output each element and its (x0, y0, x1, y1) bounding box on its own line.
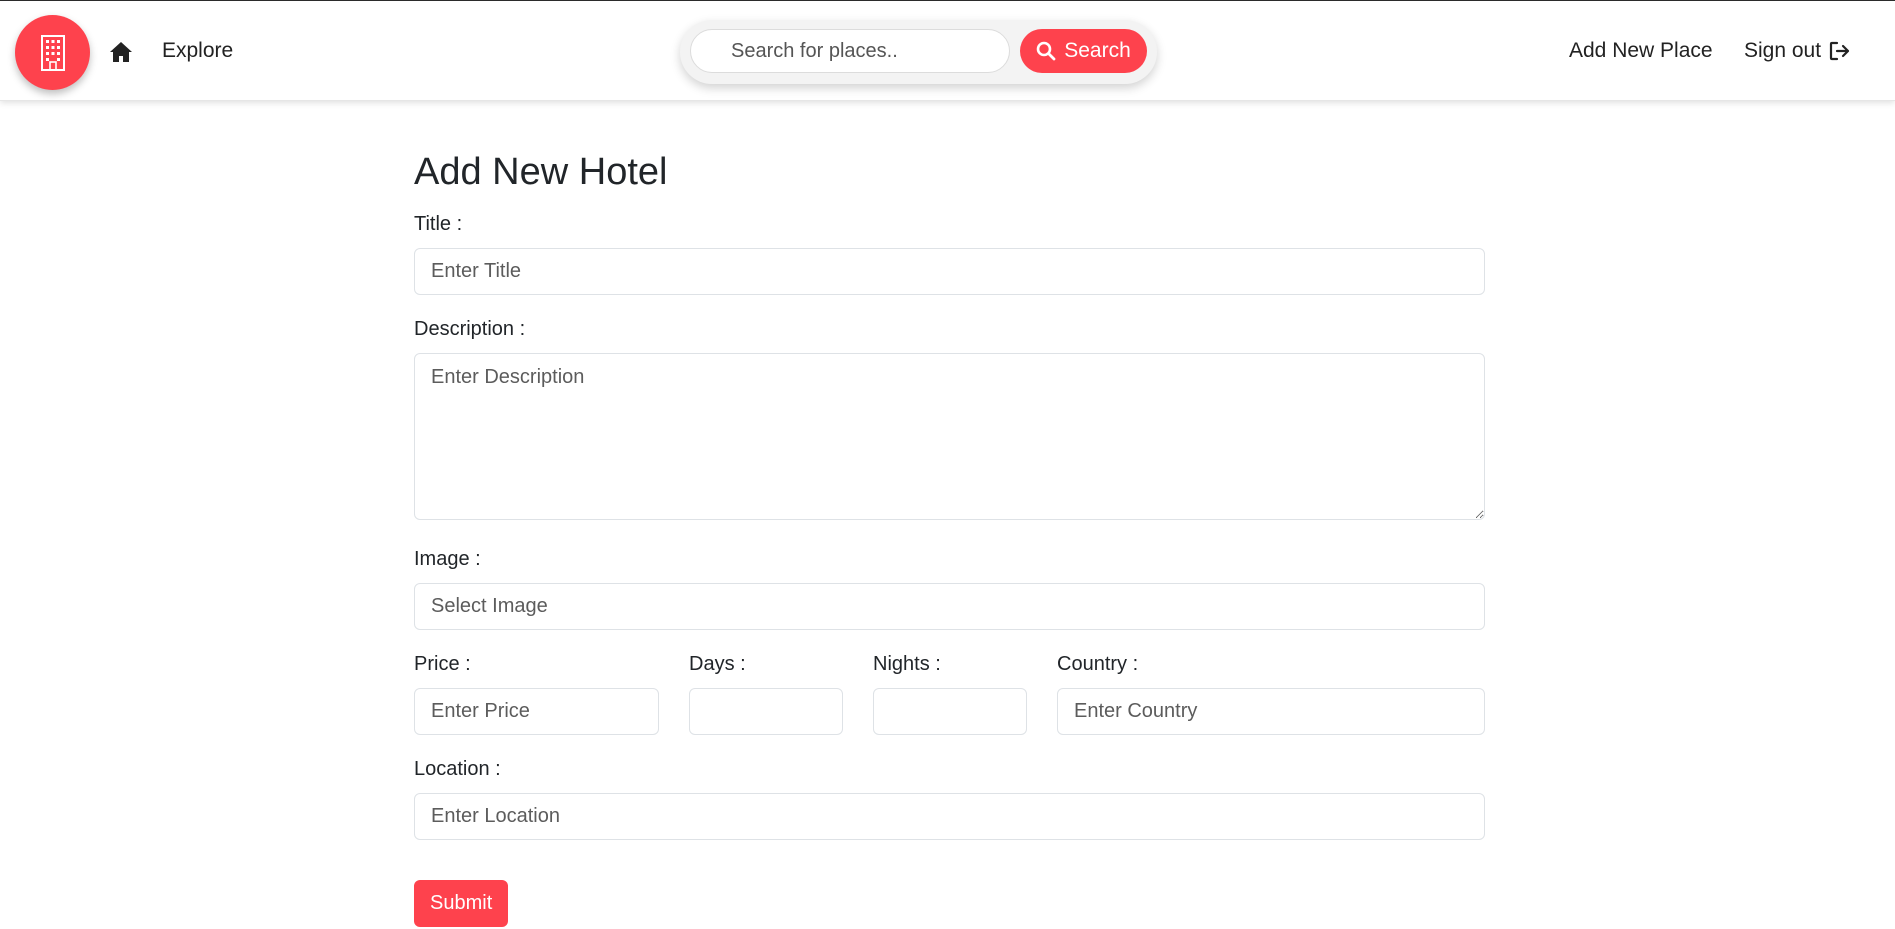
sign-out-label: Sign out (1744, 39, 1822, 62)
nights-label: Nights : (873, 652, 941, 675)
country-input[interactable] (1057, 687, 1485, 735)
description-group: Description : (414, 317, 1485, 525)
image-group: Image : (414, 547, 1485, 630)
submit-button[interactable]: Submit (414, 879, 509, 927)
search-button-label: Search (1064, 39, 1131, 62)
description-label: Description : (414, 317, 526, 340)
price-input[interactable] (414, 687, 659, 735)
brand-logo[interactable] (15, 15, 90, 90)
location-group: Location : (414, 757, 1485, 840)
home-icon (110, 42, 132, 62)
price-label: Price : (414, 652, 471, 675)
days-input[interactable] (689, 687, 843, 735)
explore-link[interactable]: Explore (162, 39, 233, 63)
days-group: Days : (689, 652, 843, 735)
search-icon (1036, 41, 1056, 61)
details-row: Price : Days : Nights : Country : (414, 652, 1485, 735)
days-label: Days : (689, 652, 746, 675)
nights-group: Nights : (873, 652, 1027, 735)
description-textarea[interactable] (414, 352, 1485, 520)
search-input[interactable] (690, 29, 1010, 73)
sign-out-icon (1829, 41, 1850, 61)
title-group: Title : (414, 212, 1485, 295)
home-link[interactable] (107, 40, 135, 64)
title-label: Title : (414, 212, 463, 235)
page-title: Add New Hotel (414, 151, 668, 193)
search-button[interactable]: Search (1020, 29, 1147, 73)
add-hotel-form: Add New Hotel Title : Description : Imag… (414, 150, 1485, 927)
search-bar: Search (680, 20, 1157, 84)
sign-out-link[interactable]: Sign out (1744, 39, 1851, 63)
nights-input[interactable] (873, 687, 1027, 735)
country-label: Country : (1057, 652, 1139, 675)
add-new-place-link[interactable]: Add New Place (1569, 39, 1713, 63)
location-input[interactable] (414, 792, 1485, 840)
country-group: Country : (1057, 652, 1485, 735)
price-group: Price : (414, 652, 659, 735)
image-input[interactable] (414, 582, 1485, 630)
top-navbar: Explore Search Add New Place Sign out (0, 0, 1895, 101)
title-input[interactable] (414, 247, 1485, 295)
location-label: Location : (414, 757, 501, 780)
hotel-building-icon (40, 34, 65, 71)
image-label: Image : (414, 547, 481, 570)
